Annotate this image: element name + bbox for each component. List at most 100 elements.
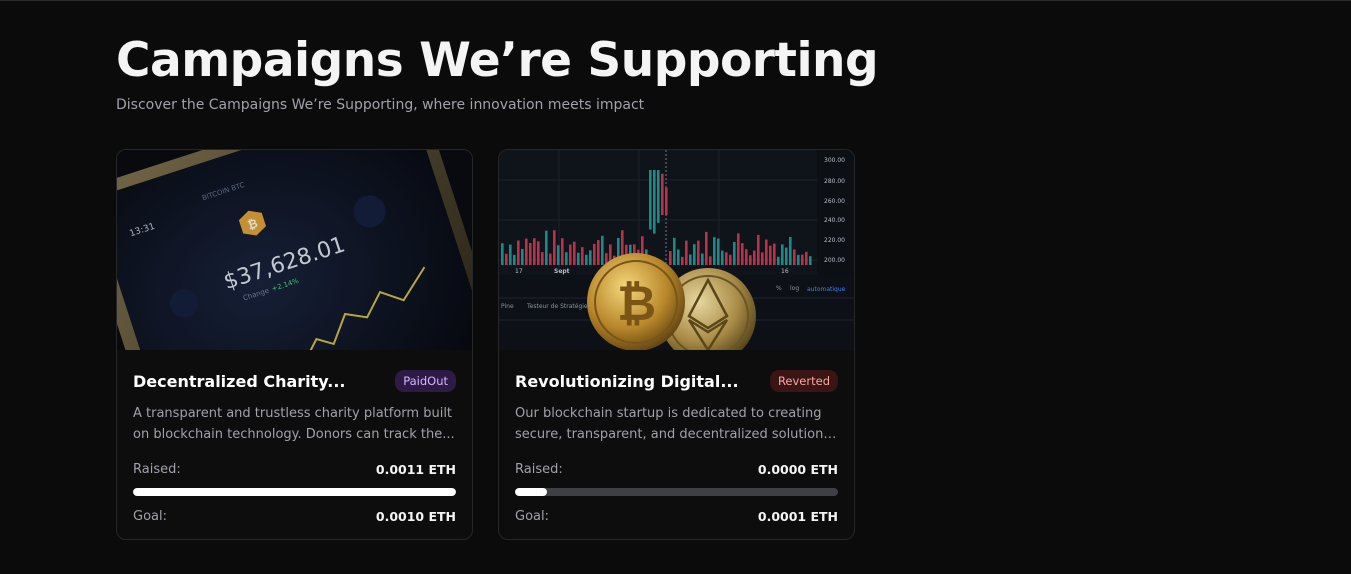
candle <box>681 256 684 265</box>
candle <box>689 254 692 265</box>
candle <box>705 231 708 265</box>
candle <box>565 252 568 265</box>
svg-text:Testeur de Stratégie: Testeur de Stratégie <box>526 303 588 310</box>
section-subtitle: Discover the Campaigns We’re Supporting,… <box>116 97 645 113</box>
svg-text:17: 17 <box>515 268 523 275</box>
candle <box>577 252 580 265</box>
candle <box>673 237 676 265</box>
candle <box>669 250 672 265</box>
candle <box>653 170 656 234</box>
candle <box>573 241 576 265</box>
svg-text:300.00: 300.00 <box>824 157 845 164</box>
svg-text:Pine: Pine <box>501 303 514 310</box>
candle <box>593 243 596 265</box>
raised-row: Raised: 0.0011 ETH <box>133 459 456 479</box>
candle <box>661 173 664 215</box>
svg-text:Sept: Sept <box>554 268 570 275</box>
campaign-card[interactable]: 13:31 BITCOIN BTC ₿ $37,628.01 Change +2… <box>116 149 473 540</box>
campaign-description: A transparent and trustless charity plat… <box>133 406 455 442</box>
candle <box>649 170 652 230</box>
candle <box>773 243 776 265</box>
progress-fill <box>515 488 548 496</box>
campaign-image-crypto-coins: 300.00 280.00 260.00 240.00 220.00 200.0… <box>499 150 854 350</box>
goal-label: Goal: <box>133 508 167 524</box>
raised-value: 0.0011 ETH <box>375 461 456 477</box>
candle <box>657 170 660 223</box>
goal-label: Goal: <box>515 508 549 524</box>
candle <box>749 255 752 265</box>
raised-label: Raised: <box>133 461 181 477</box>
candle <box>553 230 556 265</box>
candle <box>725 252 728 265</box>
candle <box>789 236 792 265</box>
campaign-card[interactable]: 300.00 280.00 260.00 240.00 220.00 200.0… <box>498 149 855 540</box>
progress-bar <box>515 488 838 496</box>
svg-text:₿: ₿ <box>617 276 656 332</box>
candle <box>597 240 600 265</box>
svg-text:16: 16 <box>781 268 789 275</box>
raised-value: 0.0000 ETH <box>757 461 838 477</box>
campaign-title[interactable]: Decentralized Charity... <box>133 372 346 391</box>
candle <box>561 238 564 265</box>
svg-text:automatique: automatique <box>807 286 846 293</box>
candle <box>737 233 740 265</box>
svg-text:%: % <box>776 285 782 292</box>
candle <box>505 253 508 265</box>
candle <box>809 256 812 265</box>
candle <box>601 235 604 265</box>
candle <box>533 238 536 265</box>
candle <box>721 250 724 265</box>
candle <box>761 252 764 265</box>
svg-text:260.00: 260.00 <box>824 198 845 205</box>
candle <box>745 249 748 265</box>
candle <box>805 251 808 265</box>
svg-text:280.00: 280.00 <box>824 178 845 185</box>
candle <box>769 245 772 265</box>
candle <box>525 238 528 265</box>
progress-fill <box>133 488 456 496</box>
progress-bar <box>133 488 456 496</box>
candle <box>677 249 680 265</box>
campaign-list: 13:31 BITCOIN BTC ₿ $37,628.01 Change +2… <box>116 149 855 540</box>
candle <box>517 240 520 265</box>
section-title: Campaigns We’re Supporting <box>116 33 879 88</box>
svg-text:log: log <box>790 285 799 292</box>
candle <box>733 241 736 265</box>
candle <box>701 253 704 265</box>
candle <box>697 240 700 265</box>
candle <box>685 240 688 265</box>
goal-row: Goal: 0.0001 ETH <box>515 506 838 526</box>
status-badge: Reverted <box>769 370 838 392</box>
campaigns-header: Campaigns We’re Supporting Discover the … <box>116 30 1236 116</box>
candle <box>529 243 532 265</box>
campaign-image-bitcoin-phone: 13:31 BITCOIN BTC ₿ $37,628.01 Change +2… <box>117 150 472 350</box>
candle <box>585 254 588 265</box>
candle <box>729 254 732 265</box>
candle <box>781 244 784 265</box>
candle <box>765 239 768 265</box>
candle <box>501 243 504 265</box>
candle <box>509 244 512 265</box>
top-divider <box>0 0 1351 1</box>
candle <box>793 249 796 265</box>
candle <box>545 230 548 265</box>
svg-text:220.00: 220.00 <box>824 237 845 244</box>
candle <box>581 247 584 265</box>
candle <box>741 243 744 265</box>
status-badge: PaidOut <box>395 370 456 392</box>
candle <box>541 252 544 265</box>
goal-value: 0.0010 ETH <box>375 508 456 524</box>
raised-label: Raised: <box>515 461 563 477</box>
candle <box>753 250 756 265</box>
candle <box>797 254 800 265</box>
campaign-description: Our blockchain startup is dedicated to c… <box>515 406 838 442</box>
goal-value: 0.0001 ETH <box>757 508 838 524</box>
candle <box>589 250 592 265</box>
candle <box>713 237 716 265</box>
svg-text:200.00: 200.00 <box>824 257 845 264</box>
raised-row: Raised: 0.0000 ETH <box>515 459 838 479</box>
candle <box>569 244 572 265</box>
campaign-title[interactable]: Revolutionizing Digital... <box>515 372 739 391</box>
candle <box>557 245 560 265</box>
candle <box>537 241 540 265</box>
